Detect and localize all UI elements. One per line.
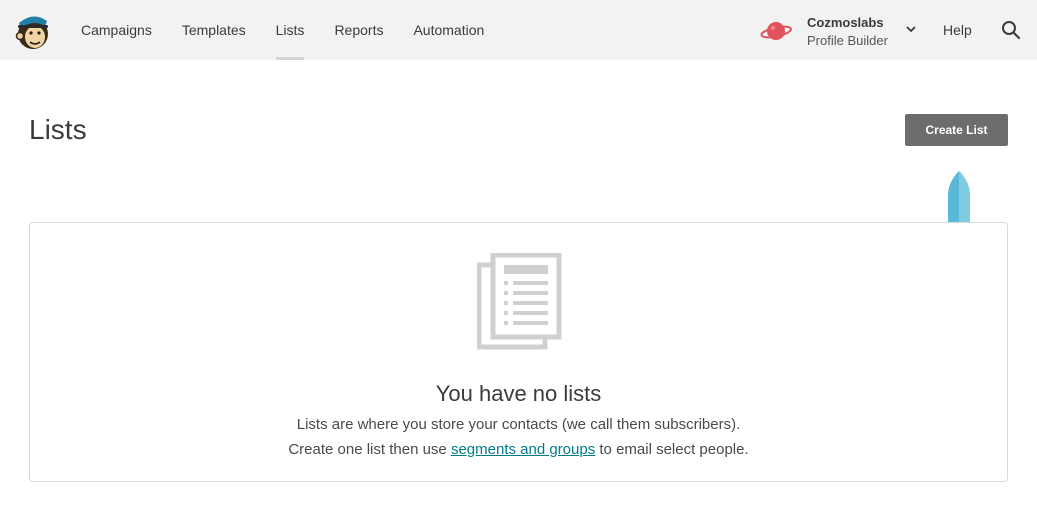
empty-state-title: You have no lists — [435, 381, 602, 406]
account-name: Cozmoslabs — [807, 15, 884, 30]
nav-lists[interactable]: Lists — [261, 0, 320, 60]
nav-reports[interactable]: Reports — [319, 0, 398, 60]
create-list-button[interactable]: Create List — [905, 114, 1008, 146]
search-icon[interactable] — [1001, 20, 1021, 40]
nav-campaigns[interactable]: Campaigns — [66, 0, 167, 60]
empty-state-hint: Create one list then use segments and gr… — [30, 441, 1007, 458]
top-navigation-bar: Campaigns Templates Lists Reports Automa… — [0, 0, 1037, 60]
nav-templates[interactable]: Templates — [167, 0, 261, 60]
help-link[interactable]: Help — [943, 22, 972, 38]
nav-automation[interactable]: Automation — [398, 0, 499, 60]
empty-state-card: You have no lists Lists are where you st… — [29, 222, 1008, 482]
empty-state-hint-before: Create one list then use — [288, 441, 451, 458]
main-nav: Campaigns Templates Lists Reports Automa… — [66, 0, 499, 60]
empty-state-hint-after: to email select people. — [595, 441, 749, 458]
document-list-icon — [477, 253, 562, 350]
freddie-monkey-logo-icon[interactable] — [14, 11, 52, 51]
account-subtitle: Profile Builder — [807, 33, 888, 48]
account-switcher[interactable]: Cozmoslabs Profile Builder — [760, 13, 920, 49]
chevron-down-icon[interactable] — [906, 25, 916, 33]
segments-and-groups-link[interactable]: segments and groups — [451, 441, 595, 458]
empty-state-description: Lists are where you store your contacts … — [296, 416, 741, 433]
page-title: Lists — [29, 114, 87, 145]
planet-icon — [760, 22, 792, 40]
